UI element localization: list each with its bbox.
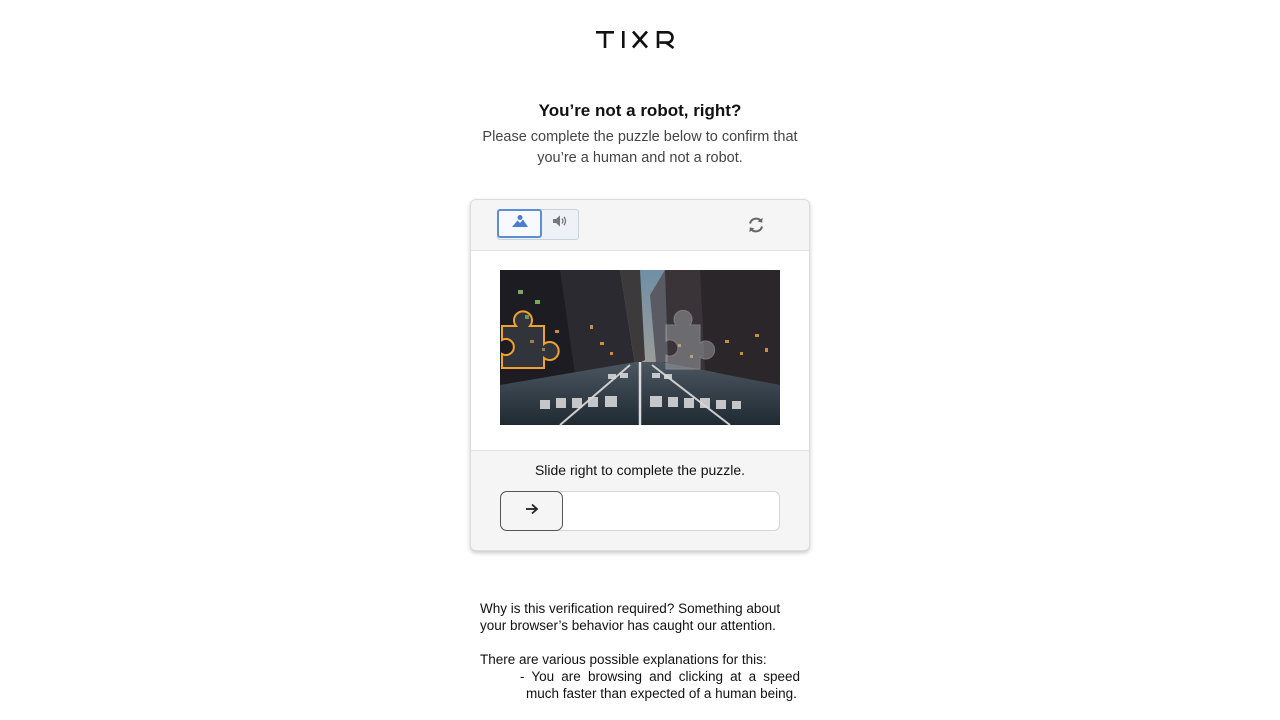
arrow-right-icon: [525, 502, 539, 520]
explanation-question: Why is this verification required? Somet…: [480, 601, 781, 633]
tixr-logo: [596, 29, 678, 51]
slider-handle[interactable]: [500, 491, 563, 531]
captcha-footer: Slide right to complete the puzzle.: [471, 450, 809, 550]
reasons-list: - You are browsing and clicking at a spe…: [480, 668, 800, 702]
refresh-button[interactable]: [746, 215, 766, 235]
reason-item: - You are browsing and clicking at a spe…: [520, 669, 800, 701]
speaker-icon: [552, 214, 568, 233]
captcha-widget: Slide right to complete the puzzle.: [470, 199, 810, 551]
captcha-body: [471, 251, 809, 450]
explanation-intro: There are various possible explanations …: [480, 652, 767, 667]
page-subtitle: Please complete the puzzle below to conf…: [482, 129, 798, 166]
image-icon: [511, 214, 529, 233]
captcha-header: [471, 200, 809, 251]
captcha-mode-toggle: [497, 209, 579, 240]
puzzle-image: [500, 270, 780, 426]
refresh-icon: [746, 217, 766, 239]
page-title: You’re not a robot, right?: [538, 101, 742, 120]
image-mode-button[interactable]: [497, 209, 542, 238]
verification-explanation: Why is this verification required? Somet…: [480, 600, 800, 702]
slider-instruction: Slide right to complete the puzzle.: [534, 462, 746, 478]
audio-mode-button[interactable]: [542, 209, 578, 238]
slider-track[interactable]: [500, 491, 780, 531]
